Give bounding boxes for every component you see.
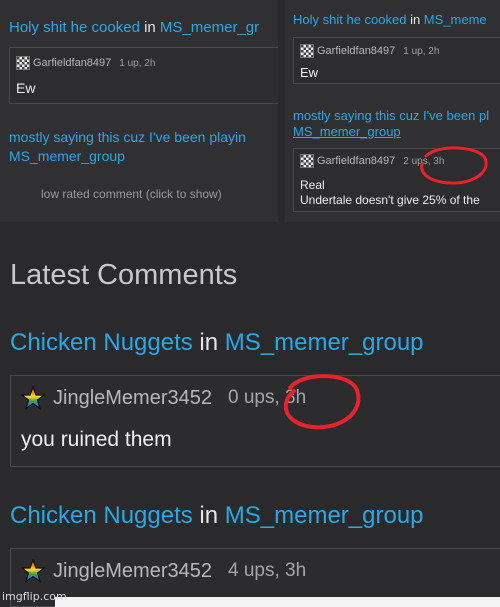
in-label: in <box>406 12 424 27</box>
next-comment-preview <box>55 597 500 607</box>
comment-username[interactable]: Garfieldfan8497 <box>33 57 111 69</box>
thread-link[interactable]: Chicken Nuggets <box>10 502 193 529</box>
rainbow-star-icon[interactable] <box>21 559 45 583</box>
comment-body: Ew <box>300 65 319 80</box>
checkerboard-avatar-icon[interactable] <box>16 56 30 70</box>
comment-card: Garfieldfan8497 1 up, 2h Ew <box>293 37 500 84</box>
thread-title-2: mostly saying this cuz I've been pl MS_m… <box>293 108 489 140</box>
thread-link[interactable]: mostly saying this cuz I've been playin <box>9 128 246 147</box>
group-link[interactable]: MS_memer_group <box>225 329 424 356</box>
comment-meta: 1 up, 2h <box>119 57 156 69</box>
group-link[interactable]: MS_meme <box>424 12 487 27</box>
comment-card: JingleMemer3452 0 ups, 3h you ruined the… <box>10 375 500 467</box>
comment-meta: 4 ups, 3h <box>227 560 307 581</box>
thread-title-4: Chicken Nuggets in MS_memer_group <box>10 502 424 530</box>
comment-body: Ew <box>16 80 36 96</box>
comment-header: Garfieldfan8497 1 up, 2h <box>300 44 439 58</box>
top-right-panel: Holy shit he cooked in MS_meme Garfieldf… <box>285 0 500 222</box>
comment-card: Garfieldfan8497 1 up, 2h Ew <box>9 47 278 104</box>
thread-link[interactable]: mostly saying this cuz I've been pl <box>293 108 489 124</box>
rainbow-star-icon[interactable] <box>21 386 45 410</box>
group-link[interactable]: MS_memer_gr <box>160 19 259 36</box>
comment-username[interactable]: Garfieldfan8497 <box>317 155 395 167</box>
thread-title-3: Chicken Nuggets in MS_memer_group <box>10 329 424 357</box>
checkerboard-avatar-icon[interactable] <box>300 154 314 168</box>
page-title: Latest Comments <box>10 259 238 291</box>
comment-username[interactable]: JingleMemer3452 <box>53 387 212 410</box>
in-label: in <box>192 502 225 529</box>
in-label: in <box>192 329 225 356</box>
group-link[interactable]: MS_memer_group <box>225 502 424 529</box>
in-label: in <box>139 19 160 36</box>
comment-header: JingleMemer3452 4 ups, 3h <box>21 559 306 583</box>
comment-meta: 2 ups, 3h <box>403 155 445 167</box>
comment-body: Real Undertale doesn't give 25% of the <box>300 178 480 208</box>
comment-meta: 0 ups, 3h <box>227 387 307 408</box>
thread-link[interactable]: Chicken Nuggets <box>10 329 193 356</box>
comment-line: Real <box>300 178 325 192</box>
thread-link[interactable]: Holy shit he cooked <box>293 12 406 27</box>
comment-line: Undertale doesn't give 25% of the <box>300 193 480 207</box>
comment-username[interactable]: JingleMemer3452 <box>53 560 212 583</box>
comment-header: JingleMemer3452 0 ups, 3h <box>21 386 306 410</box>
comment-username[interactable]: Garfieldfan8497 <box>317 45 395 57</box>
imgflip-watermark: imgflip.com <box>2 590 67 603</box>
thread-link[interactable]: Holy shit he cooked <box>9 19 140 36</box>
checkerboard-avatar-icon[interactable] <box>300 44 314 58</box>
comment-body: you ruined them <box>21 428 172 451</box>
top-left-panel: Holy shit he cooked in MS_memer_gr Garfi… <box>0 0 278 222</box>
thread-title-1: Holy shit he cooked in MS_memer_gr <box>9 19 259 36</box>
group-link[interactable]: MS_memer_group <box>293 124 489 140</box>
thread-title-2: mostly saying this cuz I've been playin … <box>9 128 246 166</box>
thread-title-1: Holy shit he cooked in MS_meme <box>293 12 487 27</box>
comment-header: Garfieldfan8497 1 up, 2h <box>16 56 155 70</box>
comment-meta: 1 up, 2h <box>403 45 440 57</box>
group-link[interactable]: MS_memer_group <box>9 147 246 166</box>
comment-header: Garfieldfan8497 2 ups, 3h <box>300 154 444 168</box>
comment-card: Garfieldfan8497 2 ups, 3h Real Undertale… <box>293 148 500 212</box>
low-rated-toggle[interactable]: low rated comment (click to show) <box>41 187 222 201</box>
